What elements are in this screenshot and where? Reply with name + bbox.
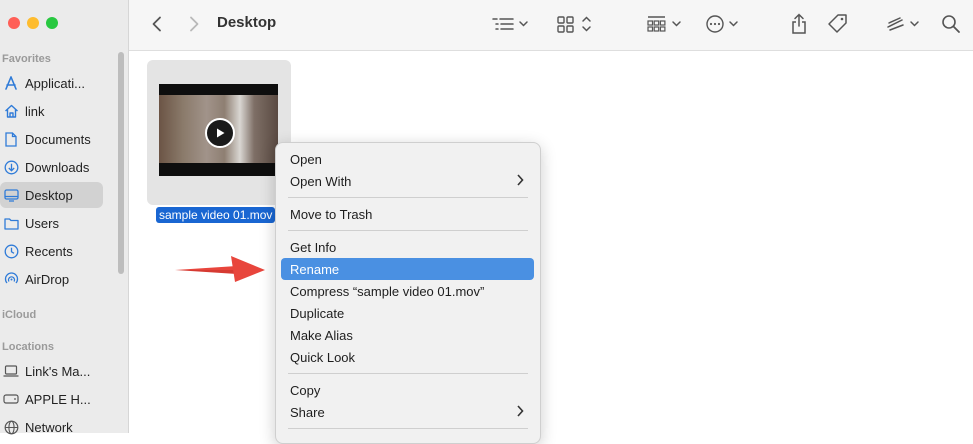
sidebar-item-label: APPLE H... — [25, 391, 91, 407]
menu-item-label: Compress “sample video 01.mov” — [290, 283, 485, 299]
menu-item-open-with[interactable]: Open With — [281, 170, 534, 192]
menu-separator — [288, 428, 528, 429]
menu-item-duplicate[interactable]: Duplicate — [281, 302, 534, 324]
menu-item-compress[interactable]: Compress “sample video 01.mov” — [281, 280, 534, 302]
tag-icon — [828, 14, 847, 33]
chevron-right-icon — [517, 405, 524, 417]
sidebar-item-label: Desktop — [25, 187, 73, 203]
file-name-label[interactable]: sample video 01.mov — [156, 207, 276, 223]
sidebar-item-label: link — [25, 103, 45, 119]
menu-item-rename[interactable]: Rename — [281, 258, 534, 280]
sidebar-item-users[interactable]: Users — [0, 210, 103, 236]
download-icon — [3, 159, 19, 175]
file-item[interactable] — [147, 60, 291, 205]
chevron-left-icon — [152, 16, 161, 32]
folder-icon — [3, 215, 19, 231]
laptop-icon — [3, 363, 19, 379]
tags-button[interactable] — [826, 12, 850, 36]
annotation-arrow — [175, 256, 267, 289]
document-icon — [3, 131, 19, 147]
sidebar-item-label: AirDrop — [25, 271, 70, 287]
menu-item-quick-look[interactable]: Quick Look — [281, 346, 534, 368]
menu-separator — [288, 373, 528, 374]
markup-icon — [887, 17, 919, 31]
clock-icon — [3, 243, 19, 259]
menu-separator — [288, 230, 528, 231]
sidebar-item-label: Documents — [25, 131, 91, 147]
icon-view-button[interactable] — [556, 12, 594, 36]
applications-icon — [3, 75, 19, 91]
menu-item-label: Copy — [290, 382, 321, 398]
menu-item-label: Quick Look — [290, 349, 356, 365]
close-window-button[interactable] — [8, 17, 20, 29]
action-button[interactable] — [704, 12, 744, 36]
sidebar-section-locations: Locations — [2, 341, 54, 353]
sidebar-item-label: Downloads — [25, 159, 90, 175]
grid-icon — [557, 16, 591, 33]
search-icon — [942, 15, 960, 33]
sidebar-item-link[interactable]: link — [0, 98, 103, 124]
drive-icon — [3, 391, 19, 407]
chevron-right-icon — [517, 174, 524, 186]
sidebar-scrollbar[interactable] — [118, 52, 124, 274]
airdrop-icon — [3, 271, 19, 287]
minimize-window-button[interactable] — [27, 17, 39, 29]
search-button[interactable] — [939, 12, 963, 36]
back-button[interactable] — [147, 12, 167, 36]
menu-item-label: Rename — [290, 261, 340, 277]
sidebar-item-label: Applicati... — [25, 75, 85, 91]
sidebar-item-desktop[interactable]: Desktop — [0, 182, 103, 208]
sidebar-section-icloud: iCloud — [2, 309, 37, 321]
share-button[interactable] — [787, 12, 811, 36]
context-menu: Open Open With Move to Trash Get Info Re… — [275, 142, 541, 444]
sidebar-item-applications[interactable]: Applicati... — [0, 70, 103, 96]
play-icon — [205, 118, 235, 148]
list-view-button[interactable] — [491, 12, 531, 36]
sidebar: Favorites Applicati... link Documents Do… — [0, 0, 129, 435]
desktop-icon — [3, 187, 19, 203]
sidebar-item-airdrop[interactable]: AirDrop — [0, 266, 103, 292]
menu-item-label: Open With — [290, 173, 352, 189]
file-browser-area[interactable]: sample video 01.mov — [129, 51, 973, 433]
edit-tools-button[interactable] — [885, 12, 925, 36]
sidebar-item-documents[interactable]: Documents — [0, 126, 103, 152]
group-icon — [647, 16, 681, 32]
sidebar-item-downloads[interactable]: Downloads — [0, 154, 103, 180]
sidebar-item-network[interactable]: Network — [0, 414, 103, 440]
menu-item-label: Share — [290, 404, 325, 420]
menu-item-label: Open — [290, 151, 322, 167]
menu-item-share[interactable]: Share — [281, 401, 534, 423]
menu-item-label: Duplicate — [290, 305, 345, 321]
group-button[interactable] — [646, 12, 686, 36]
sidebar-item-label: Link's Ma... — [25, 363, 91, 379]
sidebar-item-label: Users — [25, 215, 59, 231]
forward-button[interactable] — [184, 12, 204, 36]
menu-item-move-to-trash[interactable]: Move to Trash — [281, 203, 534, 225]
menu-item-open[interactable]: Open — [281, 148, 534, 170]
menu-item-label: Move to Trash — [290, 206, 373, 222]
chevron-right-icon — [190, 16, 199, 32]
sidebar-item-links-mac[interactable]: Link's Ma... — [0, 358, 103, 384]
sidebar-section-favorites: Favorites — [2, 53, 51, 65]
window-title: Desktop — [217, 14, 277, 31]
menu-item-label: Make Alias — [290, 327, 353, 343]
share-icon — [792, 13, 806, 34]
toolbar: Desktop — [129, 0, 973, 51]
menu-item-make-alias[interactable]: Make Alias — [281, 324, 534, 346]
zoom-window-button[interactable] — [46, 17, 58, 29]
sidebar-item-apple-hd[interactable]: APPLE H... — [0, 386, 103, 412]
home-icon — [3, 103, 19, 119]
sidebar-item-label: Recents — [25, 243, 73, 259]
menu-item-label: Get Info — [290, 239, 337, 255]
menu-item-get-info[interactable]: Get Info — [281, 236, 534, 258]
menu-item-copy[interactable]: Copy — [281, 379, 534, 401]
sidebar-item-recents[interactable]: Recents — [0, 238, 103, 264]
sidebar-item-label: Network — [25, 419, 73, 435]
list-view-icon — [492, 18, 528, 30]
video-thumbnail — [159, 84, 278, 176]
menu-separator — [288, 197, 528, 198]
ellipsis-circle-icon — [706, 15, 738, 33]
